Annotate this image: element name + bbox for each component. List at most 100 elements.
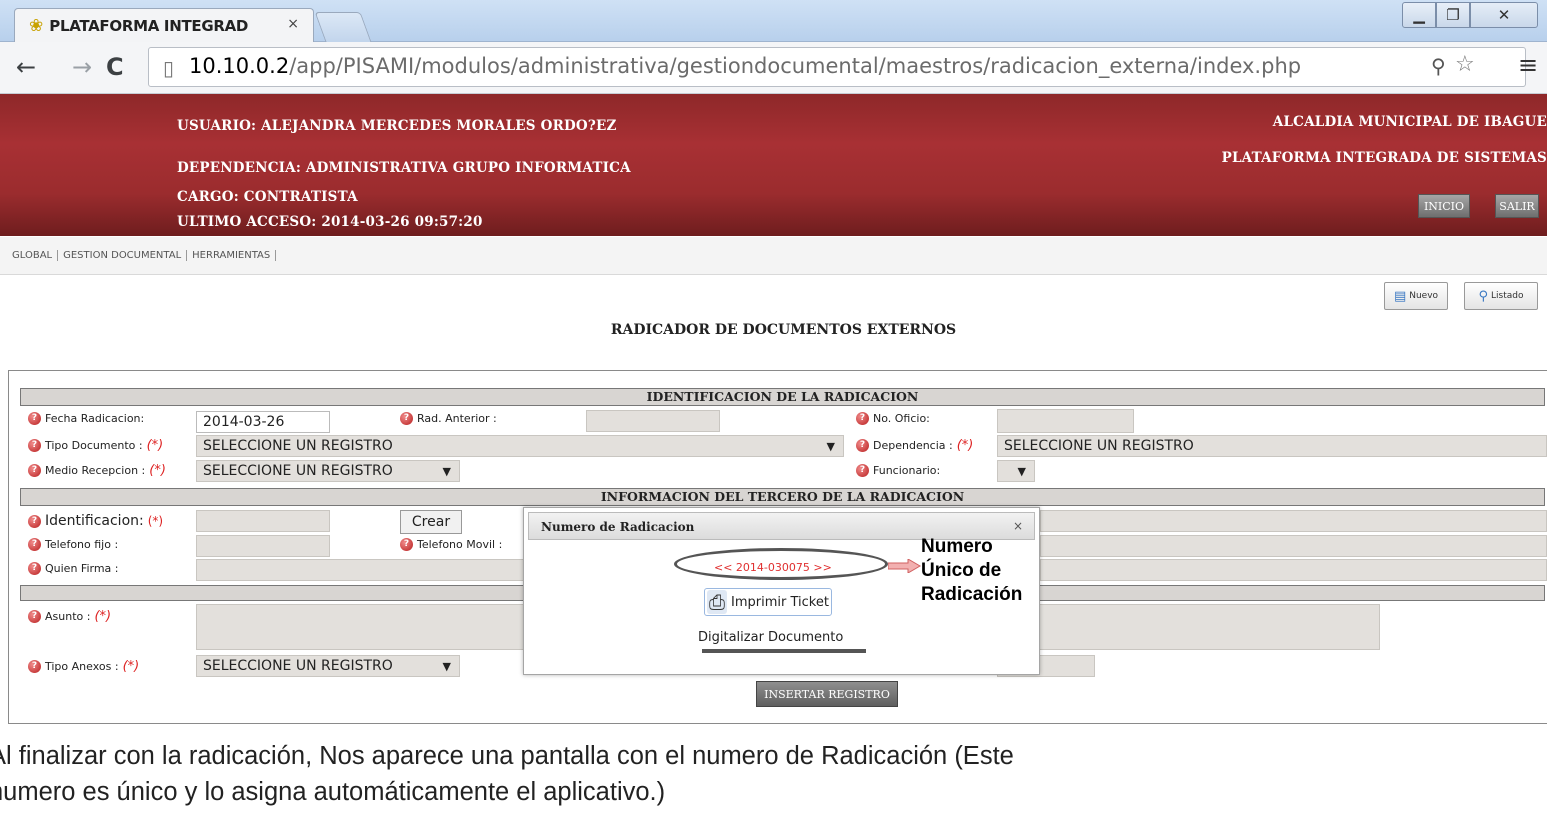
cargo-firma-field[interactable]	[1040, 559, 1547, 581]
email-field[interactable]	[1040, 535, 1547, 557]
help-icon[interactable]: ?	[28, 464, 41, 477]
tipo-anexos-value: SELECCIONE UN REGISTRO	[203, 658, 393, 674]
no-oficio-field[interactable]	[997, 409, 1134, 433]
help-icon[interactable]: ?	[856, 439, 869, 452]
funcionario-label-text: Funcionario:	[873, 464, 941, 477]
help-icon[interactable]: ?	[28, 562, 41, 575]
window-close-button[interactable]: ✕	[1470, 2, 1538, 28]
address-bar[interactable]: ▯ 10.10.0.2/app/PISAMI/modulos/administr…	[148, 47, 1526, 87]
medio-recepcion-select[interactable]: SELECCIONE UN REGISTRO ▼	[196, 460, 460, 482]
user-role: CARGO: CONTRATISTA	[177, 189, 358, 205]
printer-icon: ⎙	[707, 590, 727, 614]
user-dependency: DEPENDENCIA: ADMINISTRATIVA GRUPO INFORM…	[177, 160, 631, 176]
imprimir-ticket-label: Imprimir Ticket	[731, 594, 829, 610]
tab-close-icon[interactable]: ×	[287, 16, 299, 32]
inicio-button[interactable]: INICIO	[1418, 194, 1470, 218]
annotation-line: Único de	[921, 560, 1002, 581]
quien-firma-label: ? Quien Firma :	[28, 562, 119, 575]
help-icon[interactable]: ?	[28, 660, 41, 673]
identificacion-label-text: Identificacion:	[45, 513, 144, 529]
nuevo-label: Nuevo	[1409, 291, 1439, 301]
help-icon[interactable]: ?	[400, 412, 413, 425]
window-maximize-button[interactable]: ❐	[1436, 2, 1470, 28]
rad-anterior-field[interactable]	[586, 410, 720, 432]
no-oficio-label-text: No. Oficio:	[873, 412, 930, 425]
telefono-fijo-field[interactable]	[196, 535, 330, 557]
help-icon[interactable]: ?	[856, 464, 869, 477]
fecha-radicacion-field[interactable]: 2014-03-26	[196, 411, 330, 433]
help-icon[interactable]: ?	[856, 412, 869, 425]
required-mark: (*)	[147, 514, 164, 528]
tab-title: PLATAFORMA INTEGRAD	[49, 16, 249, 35]
crear-button[interactable]: Crear	[400, 510, 462, 534]
menu-item-herramientas[interactable]: HERRAMIENTAS	[187, 250, 277, 261]
imprimir-ticket-button[interactable]: ⎙ Imprimir Ticket	[704, 588, 832, 616]
tipo-documento-label: ? Tipo Documento : (*)	[28, 438, 163, 453]
tercero-name-field[interactable]	[1040, 510, 1547, 532]
identificacion-field[interactable]	[196, 510, 330, 532]
tipo-anexos-label: ? Tipo Anexos : (*)	[28, 659, 139, 674]
page-title: RADICADOR DE DOCUMENTOS EXTERNOS	[610, 322, 957, 338]
annotation-line: Numero	[921, 536, 993, 557]
help-icon[interactable]: ?	[28, 610, 41, 623]
annotation-text: Numero Único de Radicación	[921, 535, 1022, 607]
close-icon[interactable]: ×	[1010, 518, 1026, 534]
slide-caption: Al finalizar con la radicación, Nos apar…	[0, 738, 1547, 810]
fecha-label-text: Fecha Radicacion:	[45, 412, 145, 425]
last-access: ULTIMO ACCESO: 2014-03-26 09:57:20	[177, 214, 483, 230]
menu-item-gestion-documental[interactable]: GESTION DOCUMENTAL	[58, 250, 188, 261]
menu-item-global[interactable]: GLOBAL	[7, 250, 59, 261]
no-oficio-label: ? No. Oficio:	[856, 412, 930, 425]
browser-tab-strip: ❀ PLATAFORMA INTEGRAD × ▁ ❐ ✕	[0, 0, 1547, 42]
dependencia-select[interactable]: SELECCIONE UN REGISTRO	[997, 435, 1547, 457]
url-host: 10.10.0.2	[189, 54, 290, 78]
back-arrow-icon[interactable]: ←	[16, 53, 36, 81]
dependencia-label: ? Dependencia : (*)	[856, 438, 973, 453]
url-path: /app/PISAMI/modulos/administrativa/gesti…	[289, 54, 1302, 78]
browser-tab[interactable]: ❀ PLATAFORMA INTEGRAD ×	[14, 8, 314, 42]
rad-anterior-label-text: Rad. Anterior :	[417, 412, 497, 425]
listado-button[interactable]: ⚲ Listado	[1464, 282, 1538, 310]
asunto-label: ? Asunto : (*)	[28, 609, 111, 624]
digitalizar-documento-link[interactable]: Digitalizar Documento	[698, 630, 843, 645]
section-tercero: INFORMACION DEL TERCERO DE LA RADICACION	[20, 488, 1545, 506]
zoom-icon[interactable]: ⚲	[1431, 54, 1446, 78]
help-icon[interactable]: ?	[400, 538, 413, 551]
tipo-anexos-select[interactable]: SELECCIONE UN REGISTRO ▼	[196, 655, 460, 677]
insertar-registro-button[interactable]: INSERTAR REGISTRO	[756, 681, 898, 707]
telefono-movil-label: ? Telefono Movil :	[400, 538, 502, 551]
new-tab-button[interactable]	[314, 12, 372, 42]
fecha-label: ? Fecha Radicacion:	[28, 412, 144, 425]
help-icon[interactable]: ?	[28, 514, 41, 528]
bookmark-star-icon[interactable]: ☆	[1455, 52, 1475, 77]
tipo-documento-value: SELECCIONE UN REGISTRO	[203, 438, 393, 454]
help-icon[interactable]: ?	[28, 412, 41, 425]
rad-anterior-label: ? Rad. Anterior :	[400, 412, 497, 425]
browser-toolbar: ← → C ▯ 10.10.0.2/app/PISAMI/modulos/adm…	[0, 42, 1547, 94]
funcionario-select[interactable]: ▼	[997, 460, 1035, 482]
help-icon[interactable]: ?	[28, 439, 41, 452]
browser-menu-icon[interactable]: ≡	[1518, 51, 1538, 79]
tipo-documento-label-text: Tipo Documento :	[45, 439, 143, 452]
tipo-anexos-label-text: Tipo Anexos :	[45, 660, 119, 673]
forward-arrow-icon[interactable]: →	[72, 53, 92, 81]
site-favicon-icon: ❀	[29, 15, 44, 36]
quien-firma-field[interactable]	[196, 559, 526, 581]
required-mark: (*)	[149, 463, 166, 478]
nuevo-button[interactable]: ▤ Nuevo	[1384, 282, 1448, 310]
main-menu-bar: GLOBAL GESTION DOCUMENTAL HERRAMIENTAS	[0, 237, 1547, 275]
reload-icon[interactable]: C	[106, 53, 124, 81]
required-mark: (*)	[122, 659, 140, 674]
caption-line: numero es único y lo asigna automáticame…	[0, 778, 666, 806]
window-minimize-button[interactable]: ▁	[1402, 2, 1436, 28]
platform-name: PLATAFORMA INTEGRADA DE SISTEMAS	[1221, 150, 1547, 166]
help-icon[interactable]: ?	[28, 538, 41, 551]
salir-button[interactable]: SALIR	[1495, 194, 1539, 218]
underline-mark	[702, 649, 866, 653]
annotation-line: Radicación	[921, 584, 1023, 605]
dropdown-arrow-icon: ▼	[442, 464, 451, 478]
tipo-documento-select[interactable]: SELECCIONE UN REGISTRO ▼	[196, 435, 844, 457]
medio-recepcion-label: ? Medio Recepcion : (*)	[28, 463, 166, 478]
listado-label: Listado	[1491, 291, 1524, 301]
app-header: USUARIO: ALEJANDRA MERCEDES MORALES ORDO…	[0, 94, 1547, 236]
